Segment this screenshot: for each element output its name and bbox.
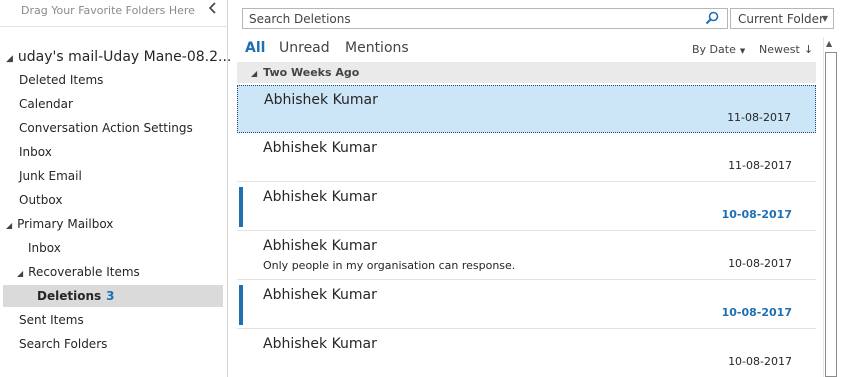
message-sender: Abhishek Kumar <box>263 336 377 352</box>
folder-label: Inbox <box>19 145 52 159</box>
scroll-up-icon[interactable]: ▲ <box>826 39 832 48</box>
message-sender: Abhishek Kumar <box>263 189 377 205</box>
folder-label: Sent Items <box>19 313 84 327</box>
account-node[interactable]: ◢ uday's mail-Uday Mane-08.2... <box>6 49 231 65</box>
folder-label: Conversation Action Settings <box>19 121 193 135</box>
expanded-triangle-icon: ◢ <box>251 69 258 78</box>
favorites-divider <box>0 26 228 27</box>
message-sender: Abhishek Kumar <box>263 140 377 156</box>
folder-calendar[interactable]: Calendar <box>19 93 73 115</box>
sort-order-label: Newest <box>759 43 800 56</box>
folder-label: Outbox <box>19 193 63 207</box>
search-scope-dropdown[interactable]: Current Folder ▼ <box>730 8 834 29</box>
folder-primary-mailbox[interactable]: ◢ Primary Mailbox <box>6 213 113 235</box>
folder-label: Search Folders <box>19 337 108 351</box>
folder-deletions[interactable]: Deletions 3 <box>3 285 223 307</box>
message-date: 11-08-2017 <box>728 159 792 172</box>
folder-pane: Drag Your Favorite Folders Here ◢ uday's … <box>0 0 231 377</box>
tab-unread[interactable]: Unread <box>279 40 330 56</box>
folder-deleted-items[interactable]: Deleted Items <box>19 69 103 91</box>
folder-junk-email[interactable]: Junk Email <box>19 165 82 187</box>
message-date: 10-08-2017 <box>721 306 792 319</box>
search-box <box>242 8 728 29</box>
message-item[interactable]: Abhishek Kumar 10-08-2017 <box>237 281 816 329</box>
group-header[interactable]: ◢ Two Weeks Ago <box>237 62 816 83</box>
sort-order-toggle[interactable]: Newest ↓ <box>759 43 813 56</box>
chevron-down-icon: ▼ <box>821 14 828 23</box>
folder-inbox[interactable]: Inbox <box>19 141 52 163</box>
message-date: 10-08-2017 <box>728 257 792 270</box>
expanded-triangle-icon: ◢ <box>17 269 24 278</box>
scrollbar-thumb[interactable] <box>825 52 837 377</box>
message-sender: Abhishek Kumar <box>263 238 377 254</box>
folder-label: Deletions <box>37 289 102 303</box>
folder-primary-inbox[interactable]: Inbox <box>28 237 61 259</box>
unread-indicator <box>239 285 243 325</box>
favorites-hint: Drag Your Favorite Folders Here <box>21 4 195 17</box>
folder-label: Deleted Items <box>19 73 104 87</box>
sort-by-dropdown[interactable]: By Date ▼ <box>692 43 745 56</box>
group-label: Two Weeks Ago <box>263 66 360 79</box>
account-label: uday's mail-Uday Mane-08.2... <box>17 49 232 65</box>
message-date: 10-08-2017 <box>728 355 792 368</box>
folder-recoverable-items[interactable]: ◢ Recoverable Items <box>17 261 140 283</box>
message-item[interactable]: Abhishek Kumar 10-08-2017 <box>237 183 816 231</box>
expanded-triangle-icon: ◢ <box>6 221 13 230</box>
folder-label: Primary Mailbox <box>17 217 114 231</box>
expanded-triangle-icon: ◢ <box>6 54 13 64</box>
folder-label: Inbox <box>28 241 61 255</box>
search-input[interactable] <box>249 11 689 27</box>
unread-indicator <box>239 187 243 227</box>
folder-label: Calendar <box>19 97 73 111</box>
sort-by-label: By Date <box>692 43 736 56</box>
message-item[interactable]: Abhishek Kumar Only people in my organis… <box>237 232 816 280</box>
search-scope-label: Current Folder <box>738 12 824 26</box>
message-preview: Only people in my organisation can respo… <box>263 259 516 272</box>
message-item[interactable]: Abhishek Kumar 11-08-2017 <box>237 85 816 133</box>
message-item[interactable]: Abhishek Kumar 11-08-2017 <box>237 134 816 182</box>
search-icon[interactable] <box>705 11 719 25</box>
folder-sent-items[interactable]: Sent Items <box>19 309 84 331</box>
chevron-down-icon: ▼ <box>739 47 746 55</box>
message-date: 11-08-2017 <box>727 111 791 124</box>
arrow-down-icon: ↓ <box>803 43 814 56</box>
message-sender: Abhishek Kumar <box>264 92 378 108</box>
message-date: 10-08-2017 <box>721 208 792 221</box>
message-sender: Abhishek Kumar <box>263 287 377 303</box>
collapse-pane-icon[interactable] <box>208 2 222 16</box>
folder-label: Recoverable Items <box>28 265 140 279</box>
message-item[interactable]: Abhishek Kumar 10-08-2017 <box>237 330 816 377</box>
folder-conversation-action-settings[interactable]: Conversation Action Settings <box>19 117 193 139</box>
unread-count-badge: 3 <box>106 289 115 303</box>
tab-all[interactable]: All <box>245 40 265 56</box>
folder-search-folders[interactable]: Search Folders <box>19 333 107 355</box>
tab-mentions[interactable]: Mentions <box>345 40 409 56</box>
folder-outbox[interactable]: Outbox <box>19 189 62 211</box>
folder-label: Junk Email <box>19 169 82 183</box>
